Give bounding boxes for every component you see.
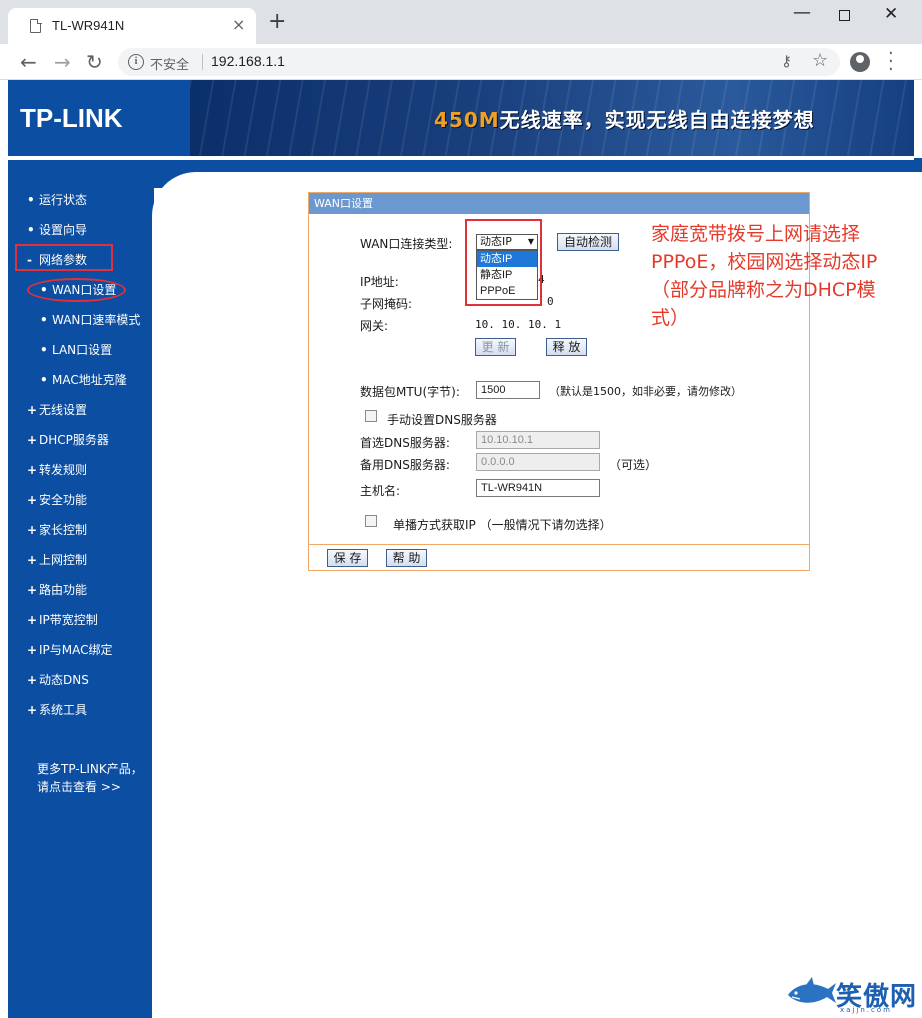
minimize-icon[interactable]: — xyxy=(793,2,811,23)
dns2-label: 备用DNS服务器: xyxy=(360,458,450,472)
highlight-rect-conn-type xyxy=(465,219,542,306)
conn-type-label: WAN口连接类型: xyxy=(360,237,453,251)
banner-slogan: 450M无线速率，实现无线自由连接梦想 xyxy=(434,104,815,133)
sidebar-item-wizard[interactable]: • 设置向导 xyxy=(27,221,87,238)
sidebar-item-security[interactable]: + 安全功能 xyxy=(27,491,87,508)
info-icon[interactable]: i xyxy=(128,54,144,70)
screen: TL-WR941N × + — ✕ ← → ↻ i 不安全 192.168.1.… xyxy=(0,0,922,1018)
more-products-line1: 更多TP-LINK产品， xyxy=(37,762,143,776)
mask-label: 子网掩码: xyxy=(360,297,413,311)
router-banner: TP-LINK 450M无线速率，实现无线自由连接梦想 xyxy=(8,80,914,156)
tab-title: TL-WR941N xyxy=(52,18,125,33)
highlight-ellipse-wan xyxy=(27,278,126,302)
maximize-icon[interactable] xyxy=(839,10,850,21)
tplink-logo: TP-LINK xyxy=(8,80,190,156)
slogan-text: 无线速率，实现无线自由连接梦想 xyxy=(499,108,815,132)
security-status[interactable]: 不安全 xyxy=(150,54,189,73)
sidebar-item-system-tools[interactable]: + 系统工具 xyxy=(27,701,87,718)
more-products-link[interactable]: 更多TP-LINK产品， 请点击查看 >> xyxy=(37,760,143,796)
help-button[interactable]: 帮 助 xyxy=(386,549,427,567)
sidebar-item-access-control[interactable]: + 上网控制 xyxy=(27,551,87,568)
sidebar-item-mac-clone[interactable]: • MAC地址克隆 xyxy=(40,371,127,388)
sidebar-item-bandwidth[interactable]: + IP带宽控制 xyxy=(27,611,98,628)
sidebar-item-lan[interactable]: • LAN口设置 xyxy=(40,341,112,358)
forward-arrow-icon[interactable]: → xyxy=(54,50,71,74)
ip-label: IP地址: xyxy=(360,275,399,289)
sidebar-item-dhcp[interactable]: + DHCP服务器 xyxy=(27,431,109,448)
dns1-label: 首选DNS服务器: xyxy=(360,436,450,450)
shark-logo-icon xyxy=(788,977,836,1003)
address-separator xyxy=(202,54,203,70)
dns2-input[interactable]: 0.0.0.0 xyxy=(476,453,600,471)
manual-dns-checkbox[interactable] xyxy=(365,410,377,422)
sidebar-item-forwarding[interactable]: + 转发规则 xyxy=(27,461,87,478)
release-button[interactable]: 释 放 xyxy=(546,338,587,356)
manual-dns-label: 手动设置DNS服务器 xyxy=(387,413,497,427)
new-tab-button[interactable]: + xyxy=(268,11,286,33)
banner-divider xyxy=(8,156,914,160)
mtu-label: 数据包MTU(字节): xyxy=(360,385,460,399)
watermark-subtext: xajjn.com xyxy=(840,1006,892,1014)
mask-value-tail: 0 xyxy=(547,295,554,308)
hostname-label: 主机名: xyxy=(360,484,401,498)
kebab-menu-icon[interactable]: · · · xyxy=(888,45,894,79)
sidebar-item-ip-mac-binding[interactable]: + IP与MAC绑定 xyxy=(27,641,113,658)
sidebar-item-wan-speed[interactable]: • WAN口速率模式 xyxy=(40,311,140,328)
mtu-input[interactable]: 1500 xyxy=(476,381,540,399)
save-button[interactable]: 保 存 xyxy=(327,549,368,567)
sidebar-item-parental[interactable]: + 家长控制 xyxy=(27,521,87,538)
address-bar[interactable]: i 不安全 192.168.1.1 ⚷ ☆ xyxy=(118,48,840,76)
more-products-line2: 请点击查看 >> xyxy=(37,780,121,794)
hostname-input[interactable]: TL-WR941N xyxy=(476,479,600,497)
reload-icon[interactable]: ↻ xyxy=(86,50,103,74)
tab-close-icon[interactable]: × xyxy=(232,15,245,34)
bookmark-star-icon[interactable]: ☆ xyxy=(812,50,828,71)
mtu-hint: （默认是1500，如非必要，请勿修改） xyxy=(549,385,742,398)
browser-tab[interactable]: TL-WR941N × xyxy=(8,8,256,44)
browser-toolbar: ← → ↻ i 不安全 192.168.1.1 ⚷ ☆ · · · xyxy=(0,44,922,80)
sidebar-item-status[interactable]: • 运行状态 xyxy=(27,191,87,208)
dns1-input[interactable]: 10.10.10.1 xyxy=(476,431,600,449)
highlight-rect-network xyxy=(15,244,113,271)
unicast-label: 单播方式获取IP （一般情况下请勿选择） xyxy=(393,518,612,532)
window-close-icon[interactable]: ✕ xyxy=(884,4,898,24)
key-icon[interactable]: ⚷ xyxy=(781,52,792,70)
slogan-speed: 450M xyxy=(434,108,500,132)
url-text[interactable]: 192.168.1.1 xyxy=(211,53,285,69)
tab-strip: TL-WR941N × + — ✕ xyxy=(0,0,922,44)
renew-button[interactable]: 更 新 xyxy=(475,338,516,356)
sidebar-item-wireless[interactable]: + 无线设置 xyxy=(27,401,87,418)
gateway-value: 10. 10. 10. 1 xyxy=(475,318,562,331)
annotation-text: 家庭宽带拨号上网请选择PPPoE，校园网选择动态IP（部分品牌称之为DHCP模式… xyxy=(651,223,878,329)
profile-icon[interactable] xyxy=(850,52,870,72)
banner-art: 450M无线速率，实现无线自由连接梦想 xyxy=(190,80,914,156)
panel-divider xyxy=(309,544,809,545)
sidebar-item-routing[interactable]: + 路由功能 xyxy=(27,581,87,598)
unicast-checkbox[interactable] xyxy=(365,515,377,527)
auto-detect-button[interactable]: 自动检测 xyxy=(557,233,619,251)
gateway-label: 网关: xyxy=(360,319,389,333)
page-icon xyxy=(30,18,42,33)
sidebar-item-ddns[interactable]: + 动态DNS xyxy=(27,671,89,688)
panel-title: WAN口设置 xyxy=(309,193,809,214)
logo-text: TP-LINK xyxy=(20,103,123,133)
dns2-hint: （可选） xyxy=(609,458,658,472)
back-arrow-icon[interactable]: ← xyxy=(20,50,37,74)
